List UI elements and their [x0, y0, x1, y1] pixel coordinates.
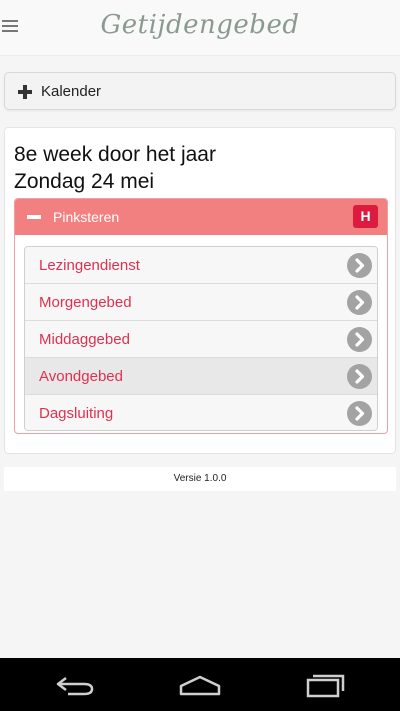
- rank-badge: H: [353, 205, 378, 228]
- prayer-label: Avondgebed: [39, 368, 123, 385]
- kalender-button[interactable]: Kalender: [4, 72, 396, 110]
- version-text: Versie 1.0.0: [173, 473, 227, 484]
- minus-icon: [27, 215, 41, 219]
- prayer-item-avondgebed[interactable]: Avondgebed: [25, 358, 377, 395]
- prayer-label: Morgengebed: [39, 294, 132, 311]
- recent-apps-icon[interactable]: [302, 672, 346, 698]
- prayer-item-dagsluiting[interactable]: Dagsluiting: [25, 395, 377, 430]
- date-title: Zondag 24 mei: [14, 170, 155, 193]
- back-icon[interactable]: [54, 672, 98, 698]
- week-title: 8e week door het jaar: [14, 143, 216, 166]
- plus-icon: [18, 85, 32, 99]
- chevron-right-circle-icon: [347, 253, 372, 278]
- kalender-label: Kalender: [41, 83, 102, 100]
- version-bar: Versie 1.0.0: [4, 467, 396, 491]
- prayer-item-morgengebed[interactable]: Morgengebed: [25, 284, 377, 321]
- feast-panel: Pinksteren H Lezingendienst Morgengebed …: [14, 198, 388, 434]
- chevron-right-circle-icon: [347, 401, 372, 426]
- prayer-label: Middaggebed: [39, 331, 130, 348]
- home-icon[interactable]: [178, 672, 222, 698]
- prayer-label: Lezingendienst: [39, 257, 140, 274]
- feast-label: Pinksteren: [53, 209, 120, 225]
- chevron-right-circle-icon: [347, 290, 372, 315]
- app-title: Getijdengebed: [100, 10, 300, 40]
- prayer-item-middaggebed[interactable]: Middaggebed: [25, 321, 377, 358]
- app-header: Getijdengebed: [0, 0, 400, 56]
- feast-header[interactable]: Pinksteren H: [15, 199, 387, 235]
- chevron-right-circle-icon: [347, 364, 372, 389]
- chevron-right-circle-icon: [347, 327, 372, 352]
- day-card: 8e week door het jaar Zondag 24 mei Pink…: [4, 127, 396, 454]
- prayer-label: Dagsluiting: [39, 405, 114, 422]
- system-nav-bar: [0, 658, 400, 711]
- prayer-list: Lezingendienst Morgengebed Middaggebed A…: [24, 246, 378, 431]
- prayer-item-lezingendienst[interactable]: Lezingendienst: [25, 247, 377, 284]
